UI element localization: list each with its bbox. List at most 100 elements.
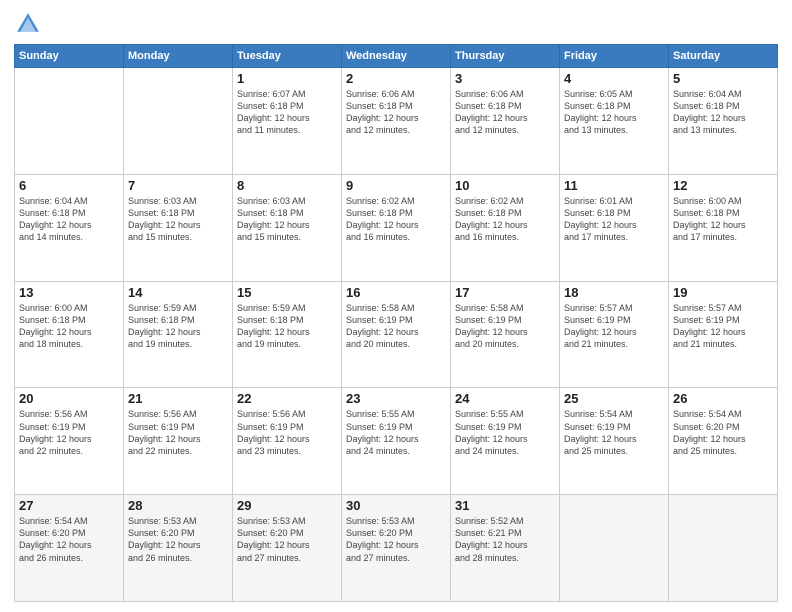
day-number: 20 (19, 391, 119, 406)
day-number: 28 (128, 498, 228, 513)
page: SundayMondayTuesdayWednesdayThursdayFrid… (0, 0, 792, 612)
day-number: 9 (346, 178, 446, 193)
calendar-cell: 26 Sunrise: 5:54 AMSunset: 6:20 PMDayligh… (669, 388, 778, 495)
week-row-1: 6 Sunrise: 6:04 AMSunset: 6:18 PMDaylight… (15, 174, 778, 281)
calendar-cell: 23 Sunrise: 5:55 AMSunset: 6:19 PMDayligh… (342, 388, 451, 495)
day-number: 2 (346, 71, 446, 86)
week-row-4: 27 Sunrise: 5:54 AMSunset: 6:20 PMDayligh… (15, 495, 778, 602)
day-number: 6 (19, 178, 119, 193)
weekday-header-monday: Monday (124, 45, 233, 68)
day-number: 1 (237, 71, 337, 86)
weekday-header-wednesday: Wednesday (342, 45, 451, 68)
day-number: 14 (128, 285, 228, 300)
day-detail: Sunrise: 5:55 AMSunset: 6:19 PMDaylight:… (455, 408, 555, 457)
day-detail: Sunrise: 6:04 AMSunset: 6:18 PMDaylight:… (673, 88, 773, 137)
calendar-cell: 21 Sunrise: 5:56 AMSunset: 6:19 PMDayligh… (124, 388, 233, 495)
calendar-cell: 17Sunrise: 5:58 AMSunset: 6:19 PMDayligh… (451, 281, 560, 388)
day-number: 8 (237, 178, 337, 193)
calendar-cell: 12 Sunrise: 6:00 AMSunset: 6:18 PMDayligh… (669, 174, 778, 281)
logo (14, 10, 46, 38)
day-detail: Sunrise: 5:54 AMSunset: 6:19 PMDaylight:… (564, 408, 664, 457)
day-number: 31 (455, 498, 555, 513)
calendar-cell (560, 495, 669, 602)
day-detail: Sunrise: 6:04 AMSunset: 6:18 PMDaylight:… (19, 195, 119, 244)
day-number: 3 (455, 71, 555, 86)
calendar-cell: 28Sunrise: 5:53 AMSunset: 6:20 PMDayligh… (124, 495, 233, 602)
day-number: 27 (19, 498, 119, 513)
calendar-cell: 8 Sunrise: 6:03 AMSunset: 6:18 PMDaylight… (233, 174, 342, 281)
calendar-cell: 14 Sunrise: 5:59 AMSunset: 6:18 PMDayligh… (124, 281, 233, 388)
day-detail: Sunrise: 5:53 AMSunset: 6:20 PMDaylight:… (346, 515, 446, 564)
logo-icon (14, 10, 42, 38)
top-area (14, 10, 778, 38)
calendar-table: SundayMondayTuesdayWednesdayThursdayFrid… (14, 44, 778, 602)
day-detail: Sunrise: 5:52 AMSunset: 6:21 PMDaylight:… (455, 515, 555, 564)
day-detail: Sunrise: 6:01 AMSunset: 6:18 PMDaylight:… (564, 195, 664, 244)
week-row-0: 1 Sunrise: 6:07 AMSunset: 6:18 PMDaylight… (15, 68, 778, 175)
day-detail: Sunrise: 6:07 AMSunset: 6:18 PMDaylight:… (237, 88, 337, 137)
day-number: 5 (673, 71, 773, 86)
day-detail: Sunrise: 5:55 AMSunset: 6:19 PMDaylight:… (346, 408, 446, 457)
day-number: 7 (128, 178, 228, 193)
calendar-cell: 31 Sunrise: 5:52 AMSunset: 6:21 PMDayligh… (451, 495, 560, 602)
calendar-cell: 11 Sunrise: 6:01 AMSunset: 6:18 PMDayligh… (560, 174, 669, 281)
weekday-header-row: SundayMondayTuesdayWednesdayThursdayFrid… (15, 45, 778, 68)
week-row-2: 13Sunrise: 6:00 AMSunset: 6:18 PMDayligh… (15, 281, 778, 388)
day-detail: Sunrise: 6:03 AMSunset: 6:18 PMDaylight:… (237, 195, 337, 244)
day-number: 12 (673, 178, 773, 193)
calendar-body: 1 Sunrise: 6:07 AMSunset: 6:18 PMDaylight… (15, 68, 778, 602)
day-detail: Sunrise: 5:54 AMSunset: 6:20 PMDaylight:… (673, 408, 773, 457)
calendar-cell: 20 Sunrise: 5:56 AMSunset: 6:19 PMDayligh… (15, 388, 124, 495)
week-row-3: 20 Sunrise: 5:56 AMSunset: 6:19 PMDayligh… (15, 388, 778, 495)
calendar-cell: 16 Sunrise: 5:58 AMSunset: 6:19 PMDayligh… (342, 281, 451, 388)
calendar-header: SundayMondayTuesdayWednesdayThursdayFrid… (15, 45, 778, 68)
day-detail: Sunrise: 5:56 AMSunset: 6:19 PMDaylight:… (237, 408, 337, 457)
calendar-cell: 9Sunrise: 6:02 AMSunset: 6:18 PMDaylight… (342, 174, 451, 281)
calendar-cell (669, 495, 778, 602)
day-detail: Sunrise: 5:56 AMSunset: 6:19 PMDaylight:… (128, 408, 228, 457)
day-detail: Sunrise: 6:00 AMSunset: 6:18 PMDaylight:… (19, 302, 119, 351)
day-number: 24 (455, 391, 555, 406)
day-detail: Sunrise: 5:57 AMSunset: 6:19 PMDaylight:… (564, 302, 664, 351)
calendar-cell: 10 Sunrise: 6:02 AMSunset: 6:18 PMDayligh… (451, 174, 560, 281)
day-detail: Sunrise: 5:58 AMSunset: 6:19 PMDaylight:… (455, 302, 555, 351)
day-detail: Sunrise: 6:06 AMSunset: 6:18 PMDaylight:… (455, 88, 555, 137)
day-detail: Sunrise: 5:59 AMSunset: 6:18 PMDaylight:… (237, 302, 337, 351)
day-detail: Sunrise: 5:54 AMSunset: 6:20 PMDaylight:… (19, 515, 119, 564)
day-number: 4 (564, 71, 664, 86)
day-detail: Sunrise: 6:00 AMSunset: 6:18 PMDaylight:… (673, 195, 773, 244)
calendar-cell: 7 Sunrise: 6:03 AMSunset: 6:18 PMDaylight… (124, 174, 233, 281)
day-detail: Sunrise: 5:57 AMSunset: 6:19 PMDaylight:… (673, 302, 773, 351)
day-detail: Sunrise: 6:02 AMSunset: 6:18 PMDaylight:… (455, 195, 555, 244)
day-detail: Sunrise: 6:06 AMSunset: 6:18 PMDaylight:… (346, 88, 446, 137)
day-detail: Sunrise: 5:58 AMSunset: 6:19 PMDaylight:… (346, 302, 446, 351)
calendar-cell: 27 Sunrise: 5:54 AMSunset: 6:20 PMDayligh… (15, 495, 124, 602)
day-number: 19 (673, 285, 773, 300)
calendar-cell: 24 Sunrise: 5:55 AMSunset: 6:19 PMDayligh… (451, 388, 560, 495)
day-number: 22 (237, 391, 337, 406)
day-number: 21 (128, 391, 228, 406)
calendar-cell (124, 68, 233, 175)
calendar-cell: 15 Sunrise: 5:59 AMSunset: 6:18 PMDayligh… (233, 281, 342, 388)
day-number: 29 (237, 498, 337, 513)
day-number: 26 (673, 391, 773, 406)
calendar-cell: 2 Sunrise: 6:06 AMSunset: 6:18 PMDaylight… (342, 68, 451, 175)
calendar-cell: 13Sunrise: 6:00 AMSunset: 6:18 PMDayligh… (15, 281, 124, 388)
calendar-cell: 25 Sunrise: 5:54 AMSunset: 6:19 PMDayligh… (560, 388, 669, 495)
day-detail: Sunrise: 5:56 AMSunset: 6:19 PMDaylight:… (19, 408, 119, 457)
calendar-cell: 3 Sunrise: 6:06 AMSunset: 6:18 PMDaylight… (451, 68, 560, 175)
calendar-cell: 29Sunrise: 5:53 AMSunset: 6:20 PMDayligh… (233, 495, 342, 602)
day-number: 10 (455, 178, 555, 193)
day-number: 23 (346, 391, 446, 406)
day-detail: Sunrise: 5:59 AMSunset: 6:18 PMDaylight:… (128, 302, 228, 351)
calendar-cell: 22 Sunrise: 5:56 AMSunset: 6:19 PMDayligh… (233, 388, 342, 495)
day-number: 15 (237, 285, 337, 300)
day-number: 11 (564, 178, 664, 193)
day-number: 25 (564, 391, 664, 406)
weekday-header-thursday: Thursday (451, 45, 560, 68)
calendar-cell: 5 Sunrise: 6:04 AMSunset: 6:18 PMDaylight… (669, 68, 778, 175)
calendar-cell: 4Sunrise: 6:05 AMSunset: 6:18 PMDaylight… (560, 68, 669, 175)
calendar-cell: 6 Sunrise: 6:04 AMSunset: 6:18 PMDaylight… (15, 174, 124, 281)
day-number: 16 (346, 285, 446, 300)
day-detail: Sunrise: 6:03 AMSunset: 6:18 PMDaylight:… (128, 195, 228, 244)
